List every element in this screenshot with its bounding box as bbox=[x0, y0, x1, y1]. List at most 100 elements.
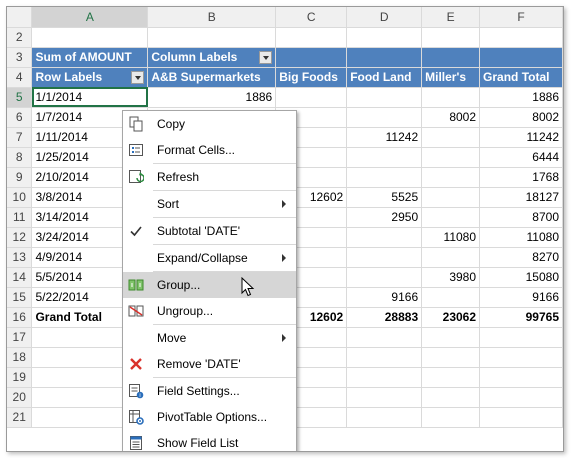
menu-item-remove-date[interactable]: Remove 'DATE' bbox=[123, 351, 296, 377]
cell[interactable] bbox=[421, 407, 481, 428]
row-total-cell[interactable]: 11080 bbox=[479, 227, 563, 248]
row-total-cell[interactable]: 6444 bbox=[479, 147, 563, 168]
value-cell[interactable]: 2950 bbox=[346, 207, 423, 228]
date-row-label[interactable]: 1/1/2014 bbox=[31, 87, 149, 108]
row-header[interactable]: 3 bbox=[7, 47, 33, 68]
row-labels-dropdown-icon[interactable] bbox=[131, 70, 145, 84]
row-header[interactable]: 6 bbox=[7, 107, 33, 128]
menu-item-pivottable-options[interactable]: PivotTable Options... bbox=[123, 404, 296, 430]
value-cell[interactable]: 1886 bbox=[147, 87, 277, 108]
row-header[interactable]: 18 bbox=[7, 347, 33, 368]
grand-total-header[interactable]: Grand Total bbox=[479, 67, 563, 88]
value-cell[interactable]: 9166 bbox=[346, 287, 423, 308]
cell[interactable] bbox=[421, 347, 481, 368]
row-header[interactable]: 15 bbox=[7, 287, 33, 308]
cell[interactable] bbox=[421, 387, 481, 408]
column-header-a[interactable]: A bbox=[31, 7, 149, 28]
menu-item-expand-collapse[interactable]: Expand/Collapse bbox=[123, 245, 296, 271]
cell[interactable] bbox=[346, 407, 423, 428]
value-cell[interactable] bbox=[421, 167, 481, 188]
value-cell[interactable] bbox=[421, 287, 481, 308]
row-header[interactable]: 4 bbox=[7, 67, 33, 88]
menu-item-group[interactable]: Group... bbox=[123, 272, 296, 298]
menu-item-ungroup[interactable]: Ungroup... bbox=[123, 298, 296, 324]
value-cell[interactable]: 11242 bbox=[346, 127, 423, 148]
row-header[interactable]: 12 bbox=[7, 227, 33, 248]
column-header-d[interactable]: D bbox=[346, 7, 423, 28]
value-cell[interactable] bbox=[421, 87, 481, 108]
row-header[interactable]: 16 bbox=[7, 307, 33, 328]
cell[interactable] bbox=[421, 27, 481, 48]
row-header[interactable]: 19 bbox=[7, 367, 33, 388]
cell[interactable] bbox=[346, 347, 423, 368]
row-total-cell[interactable]: 9166 bbox=[479, 287, 563, 308]
store-header[interactable]: Big Foods bbox=[275, 67, 348, 88]
value-cell[interactable] bbox=[346, 167, 423, 188]
row-total-cell[interactable]: 18127 bbox=[479, 187, 563, 208]
value-cell[interactable]: 3980 bbox=[421, 267, 481, 288]
pivot-value-label[interactable]: Sum of AMOUNT bbox=[31, 47, 149, 68]
menu-item-move[interactable]: Move bbox=[123, 325, 296, 351]
value-cell[interactable] bbox=[421, 207, 481, 228]
row-header[interactable]: 10 bbox=[7, 187, 33, 208]
cell[interactable] bbox=[275, 47, 348, 68]
row-header[interactable]: 17 bbox=[7, 327, 33, 348]
cell[interactable] bbox=[346, 387, 423, 408]
cell[interactable] bbox=[479, 347, 563, 368]
row-header[interactable]: 21 bbox=[7, 407, 33, 428]
cell[interactable] bbox=[275, 27, 348, 48]
value-cell[interactable] bbox=[346, 227, 423, 248]
grand-total-value[interactable]: 99765 bbox=[479, 306, 563, 328]
column-header-b[interactable]: B bbox=[147, 7, 277, 28]
value-cell[interactable] bbox=[346, 267, 423, 288]
row-total-cell[interactable]: 1886 bbox=[479, 87, 563, 108]
value-cell[interactable] bbox=[421, 247, 481, 268]
pivot-row-labels[interactable]: Row Labels bbox=[31, 67, 149, 88]
row-total-cell[interactable]: 11242 bbox=[479, 127, 563, 148]
cell[interactable] bbox=[346, 327, 423, 348]
store-header[interactable]: A&B Supermarkets bbox=[147, 67, 277, 88]
row-header[interactable]: 5 bbox=[7, 87, 33, 108]
cell[interactable] bbox=[479, 47, 563, 68]
row-header[interactable]: 2 bbox=[7, 27, 33, 48]
value-cell[interactable]: 5525 bbox=[346, 187, 423, 208]
cell[interactable] bbox=[479, 407, 563, 428]
column-header-f[interactable]: F bbox=[479, 7, 563, 28]
cell[interactable] bbox=[479, 327, 563, 348]
value-cell[interactable] bbox=[275, 87, 348, 108]
grand-total-value[interactable]: 23062 bbox=[421, 306, 481, 328]
column-header-e[interactable]: E bbox=[421, 7, 481, 28]
cell[interactable] bbox=[479, 27, 563, 48]
value-cell[interactable] bbox=[346, 147, 423, 168]
cell[interactable] bbox=[346, 367, 423, 388]
cell[interactable] bbox=[479, 367, 563, 388]
menu-item-copy[interactable]: Copy bbox=[123, 111, 296, 137]
menu-item-refresh[interactable]: Refresh bbox=[123, 164, 296, 190]
store-header[interactable]: Food Land bbox=[346, 67, 423, 88]
value-cell[interactable]: 11080 bbox=[421, 227, 481, 248]
value-cell[interactable] bbox=[421, 127, 481, 148]
column-header-c[interactable]: C bbox=[275, 7, 348, 28]
cell[interactable] bbox=[421, 367, 481, 388]
menu-item-field-settings[interactable]: i Field Settings... bbox=[123, 378, 296, 404]
row-header[interactable]: 9 bbox=[7, 167, 33, 188]
row-total-cell[interactable]: 8002 bbox=[479, 107, 563, 128]
menu-item-sort[interactable]: Sort bbox=[123, 191, 296, 217]
cell[interactable] bbox=[479, 387, 563, 408]
row-header[interactable]: 11 bbox=[7, 207, 33, 228]
value-cell[interactable] bbox=[421, 187, 481, 208]
row-total-cell[interactable]: 15080 bbox=[479, 267, 563, 288]
cell[interactable] bbox=[346, 27, 423, 48]
cell[interactable] bbox=[147, 27, 277, 48]
value-cell[interactable] bbox=[346, 87, 423, 108]
row-header[interactable]: 20 bbox=[7, 387, 33, 408]
pivot-column-labels[interactable]: Column Labels bbox=[147, 47, 277, 68]
value-cell[interactable] bbox=[346, 107, 423, 128]
row-header[interactable]: 8 bbox=[7, 147, 33, 168]
cell[interactable] bbox=[421, 47, 481, 68]
row-header[interactable]: 13 bbox=[7, 247, 33, 268]
menu-item-format-cells[interactable]: Format Cells... bbox=[123, 137, 296, 163]
row-total-cell[interactable]: 8270 bbox=[479, 247, 563, 268]
value-cell[interactable] bbox=[421, 147, 481, 168]
store-header[interactable]: Miller's bbox=[421, 67, 481, 88]
